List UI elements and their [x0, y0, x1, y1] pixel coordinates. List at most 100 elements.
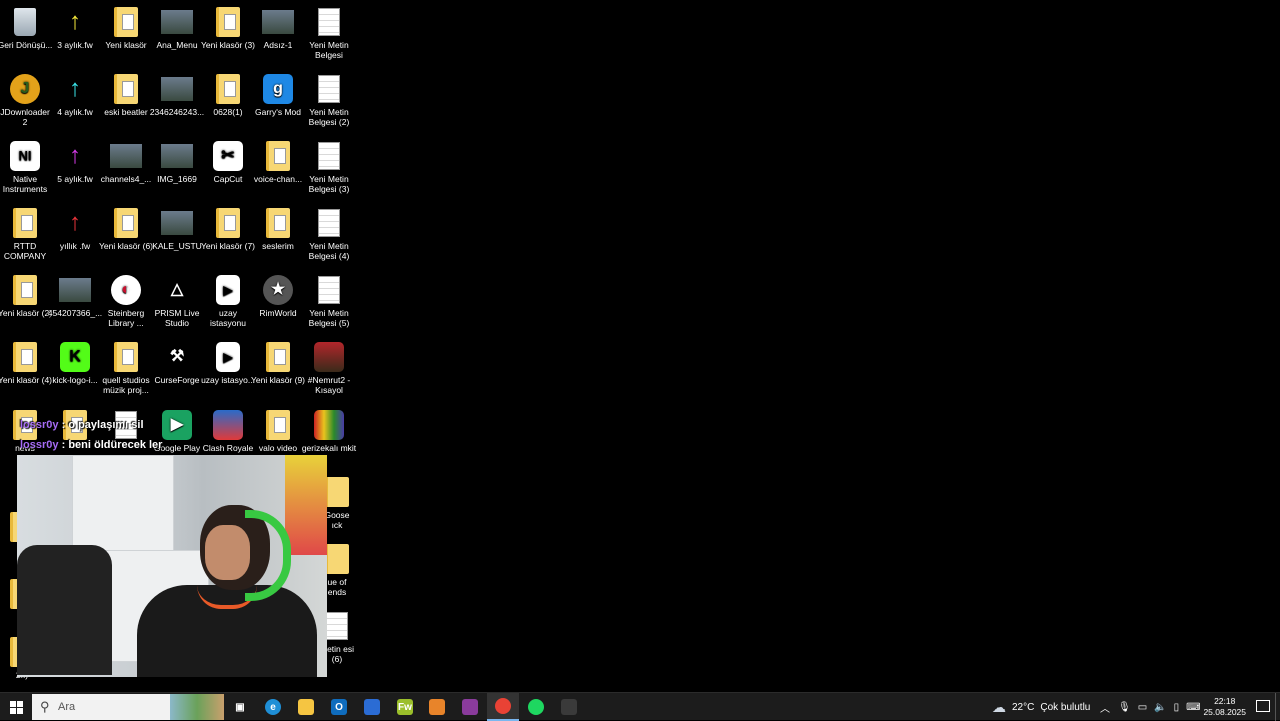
taskbar-spotify-button[interactable]: [520, 693, 552, 721]
desktop-icon[interactable]: Yeni klasör (9): [250, 335, 306, 385]
taskbar-search[interactable]: ⚲ Ara: [32, 694, 224, 720]
desktop-icon[interactable]: voice-chan...: [250, 134, 306, 184]
desktop-icon-label: seslerim: [262, 241, 294, 251]
desktop-icon[interactable]: Ana_Menu: [149, 0, 205, 50]
desktop-icon[interactable]: Adsız-1: [250, 0, 306, 50]
folder-icon: [9, 341, 41, 373]
image-thumbnail-icon: [110, 140, 142, 172]
clock[interactable]: 22:18 25.08.2025: [1203, 696, 1246, 718]
speaker-icon[interactable]: 🔈: [1154, 702, 1166, 713]
desktop-icon[interactable]: ↑ 3 aylık.fw: [47, 0, 103, 51]
desktop-icon[interactable]: Yeni klasör: [98, 0, 154, 50]
start-button[interactable]: [0, 693, 32, 721]
desktop-icon[interactable]: ▶ uzay istasyonu: [200, 268, 256, 328]
desktop-icon[interactable]: Yeni klasör (7): [200, 201, 256, 251]
desktop-icon[interactable]: Yeni klasör (6): [98, 201, 154, 251]
desktop-icon[interactable]: Yeni Metin Belgesi: [301, 0, 357, 60]
desktop-icon[interactable]: g Garry's Mod: [250, 67, 306, 117]
text-document-icon: [313, 274, 345, 306]
microphone-icon[interactable]: 🎙: [1118, 702, 1131, 713]
desktop-icon[interactable]: Yeni Metin Belgesi (5): [301, 268, 357, 328]
desktop-icon[interactable]: ◐ Steinberg Library ...: [98, 268, 154, 328]
google-play-icon: ▶: [161, 409, 193, 441]
desktop-icon[interactable]: ↑ 5 aylık.fw: [47, 134, 103, 185]
text-document-icon: [313, 207, 345, 239]
chevron-up-icon[interactable]: ︿: [1100, 700, 1110, 715]
desktop-icon-label: 454207366_...: [47, 308, 103, 318]
desktop-icon-label: Yeni klasör (9): [250, 375, 306, 385]
desktop-icon[interactable]: quell studios müzik proj...: [98, 335, 154, 395]
desktop-icon[interactable]: seslerim: [250, 201, 306, 251]
desktop-icon[interactable]: Yeni klasör (2): [0, 268, 53, 318]
image-thumbnail-icon: [161, 73, 193, 105]
prism-icon: △: [161, 274, 193, 306]
desktop-icon[interactable]: Yeni Metin Belgesi (2): [301, 67, 357, 127]
taskbar-fl-studio-button[interactable]: [421, 693, 453, 721]
taskbar-edge-button[interactable]: e: [257, 693, 289, 721]
arrow-up-magenta-icon: ↑: [69, 142, 81, 169]
windows-logo-icon: [9, 700, 23, 714]
desktop-icon[interactable]: #Nemrut2 - Kısayol: [301, 335, 357, 395]
game-art-icon: [313, 341, 345, 373]
taskbar-obs-button[interactable]: [553, 693, 585, 721]
taskbar-chrome-button[interactable]: [487, 693, 519, 721]
desktop-icon[interactable]: J JDownloader 2: [0, 67, 53, 127]
taskbar-task-view-button[interactable]: ▣: [224, 693, 256, 721]
desktop-icon[interactable]: gerizekalı mkit: [301, 403, 357, 453]
desktop-icon[interactable]: KALE_USTU: [149, 201, 205, 251]
taskbar-file-explorer-button[interactable]: [290, 693, 322, 721]
image-thumbnail-icon: [161, 207, 193, 239]
jdownloader-icon: J: [9, 73, 41, 105]
taskbar-winrar-button[interactable]: [454, 693, 486, 721]
clock-time: 22:18: [1214, 696, 1236, 706]
desktop-icon[interactable]: 0628(1): [200, 67, 256, 117]
desktop-icon-label: PRISM Live Studio: [154, 308, 200, 328]
desktop-icon[interactable]: ▶ uzay istasyo...: [200, 335, 256, 385]
desktop-icon[interactable]: 2346246243...: [149, 67, 205, 117]
desktop-icon[interactable]: Yeni klasör (4): [0, 335, 53, 385]
person-face: [205, 525, 250, 580]
desktop-icon[interactable]: ⚒ CurseForge: [149, 335, 205, 385]
desktop-icon[interactable]: △ PRISM Live Studio: [149, 268, 205, 328]
desktop-icon[interactable]: 454207366_...: [47, 268, 103, 318]
capcut-icon: ✂: [212, 140, 244, 172]
desktop-icon[interactable]: ★ RimWorld: [250, 268, 306, 318]
network-icon[interactable]: ▭: [1138, 702, 1147, 713]
taskbar-store-button[interactable]: [356, 693, 388, 721]
weather-widget[interactable]: ☁ 22°C Çok bulutlu: [992, 693, 1090, 721]
rimworld-icon: ★: [262, 274, 294, 306]
arrow-up-red-icon: ↑: [69, 209, 81, 236]
desktop-icon[interactable]: channels4_...: [98, 134, 154, 184]
desktop-icon[interactable]: Yeni Metin Belgesi (4): [301, 201, 357, 261]
desktop-icon-label: uzay istasyo...: [201, 375, 255, 385]
desktop-icon[interactable]: RTTD COMPANY: [0, 201, 53, 261]
desktop-icon[interactable]: IMG_1669: [149, 134, 205, 184]
desktop-icon[interactable]: Kkick-logo-i...: [47, 335, 103, 385]
image-thumbnail-icon: [262, 6, 294, 38]
desktop-icon-label: channels4_...: [100, 174, 152, 184]
desktop-icon[interactable]: Yeni Metin Belgesi (3): [301, 134, 357, 194]
taskbar-outlook-button[interactable]: O: [323, 693, 355, 721]
desktop-icon-label: 3 aylık.fw: [57, 40, 93, 50]
video-play-icon: ▶: [212, 274, 244, 306]
desktop-icon-label: CapCut: [213, 174, 243, 184]
desktop-icon[interactable]: valo video: [250, 403, 306, 453]
desktop-icon[interactable]: ✂ CapCut: [200, 134, 256, 184]
keyboard-icon[interactable]: ⌨: [1186, 702, 1200, 713]
desktop-icon[interactable]: ↑ yıllık .fw: [47, 201, 103, 252]
desktop-icon[interactable]: ↑ 4 aylık.fw: [47, 67, 103, 118]
taskbar-fireworks-button[interactable]: Fw: [389, 693, 421, 721]
battery-icon[interactable]: ▯: [1174, 702, 1180, 713]
desktop-icon[interactable]: Clash Royale: [200, 403, 256, 453]
desktop-icon[interactable]: Yeni klasör (3): [200, 0, 256, 50]
folder-icon: [212, 6, 244, 38]
show-desktop-button[interactable]: [1275, 693, 1280, 721]
search-highlight-image: [170, 694, 224, 720]
folder-icon: [212, 73, 244, 105]
desktop-icon[interactable]: Geri Dönüşü...: [0, 0, 53, 50]
folder-icon: [110, 207, 142, 239]
desktop-icon[interactable]: NI Native Instruments: [0, 134, 53, 194]
notification-icon[interactable]: [1256, 700, 1270, 712]
desktop-icon[interactable]: eski beatler: [98, 67, 154, 117]
desktop-icon-label: valo video: [258, 443, 298, 453]
